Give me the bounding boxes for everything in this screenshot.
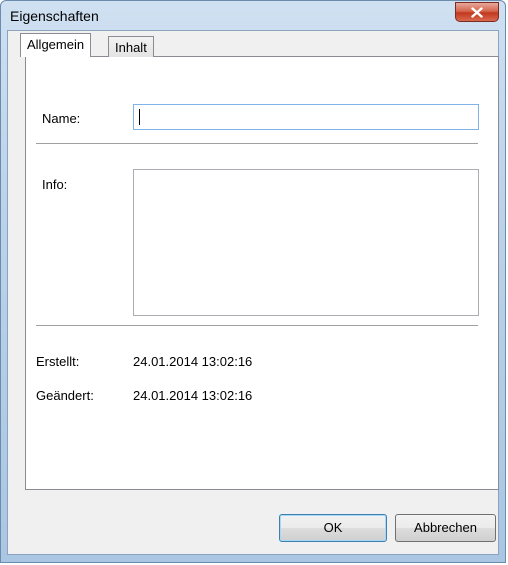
name-input[interactable] [133, 104, 479, 130]
title-bar[interactable]: Eigenschaften [1, 1, 505, 31]
tab-inhalt[interactable]: Inhalt [108, 36, 154, 57]
created-value: 24.01.2014 13:02:16 [133, 354, 253, 369]
close-button[interactable] [455, 2, 499, 22]
tab-panel-allgemein: Name: Info: Erstellt: 24.01.2014 13:02:1… [25, 56, 499, 490]
text-caret [139, 109, 140, 125]
ok-button[interactable]: OK [279, 514, 387, 542]
window-title: Eigenschaften [10, 8, 99, 24]
tab-allgemein[interactable]: Allgemein [20, 33, 92, 57]
cancel-button[interactable]: Abbrechen [395, 514, 496, 542]
created-label: Erstellt: [36, 354, 80, 369]
modified-value: 24.01.2014 13:02:16 [133, 388, 253, 403]
name-label: Name: [42, 111, 81, 126]
separator-top [36, 143, 478, 145]
info-textarea[interactable] [133, 169, 479, 316]
modified-label: Geändert: [36, 388, 94, 403]
separator-bottom [36, 325, 478, 327]
info-label: Info: [42, 177, 68, 192]
close-icon [471, 6, 483, 18]
